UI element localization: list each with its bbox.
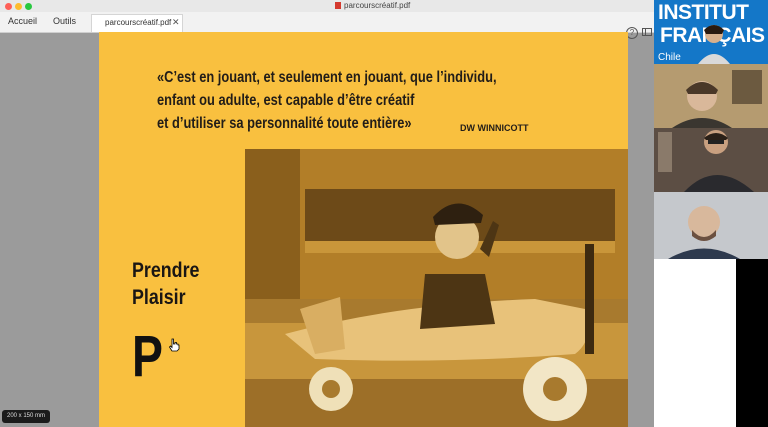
hand-cursor-icon — [168, 338, 180, 352]
pdf-page: «C’est en jouant, et seulement en jouant… — [99, 32, 628, 427]
close-window-button[interactable] — [5, 3, 12, 10]
video-panel: INSTITUT FRANÇAIS Chile — [654, 0, 768, 427]
video-tile-institut[interactable]: INSTITUT FRANÇAIS Chile — [654, 0, 768, 64]
big-letter: P — [132, 324, 163, 389]
quote-author: DW WINNICOTT — [460, 123, 529, 133]
tools-button[interactable]: Outils — [53, 16, 76, 26]
logo-subtitle: Chile — [658, 52, 681, 63]
pdf-file-icon — [335, 2, 341, 9]
participant-video — [654, 192, 768, 259]
maximize-window-button[interactable] — [25, 3, 32, 10]
participant-video — [654, 128, 768, 192]
video-tile-participant[interactable] — [654, 128, 768, 192]
quote-line: enfant ou adulte, est capable d’être cré… — [157, 92, 415, 109]
minimize-window-button[interactable] — [15, 3, 22, 10]
caption-line: Plaisir — [132, 286, 186, 309]
tab-document[interactable]: parcourscréatif.pdf ✕ — [91, 14, 183, 32]
home-button[interactable]: Accueil — [8, 16, 37, 26]
quote-line: et d’utiliser sa personnalité toute enti… — [157, 115, 412, 132]
vintage-photo-child-in-toy-plane — [245, 149, 628, 427]
page-size-label: 200 x 150 mm — [2, 410, 50, 423]
caption-line: Prendre — [132, 259, 200, 282]
video-tile-participant[interactable] — [654, 192, 768, 259]
window-title: parcourscréatif.pdf — [335, 1, 410, 11]
slide-caption: Prendre Plaisir — [132, 257, 199, 311]
tab-close-icon[interactable]: ✕ — [172, 17, 180, 28]
quote-text: «C’est en jouant, et seulement en jouant… — [157, 66, 497, 135]
video-tile-participant[interactable] — [654, 64, 768, 128]
participant-avatar — [698, 25, 730, 64]
sidebar-toggle-icon[interactable] — [642, 28, 652, 36]
empty-video-area — [736, 259, 768, 427]
participant-video — [654, 64, 768, 128]
quote-line: «C’est en jouant, et seulement en jouant… — [157, 69, 497, 86]
tab-label: parcourscréatif.pdf — [105, 18, 172, 27]
